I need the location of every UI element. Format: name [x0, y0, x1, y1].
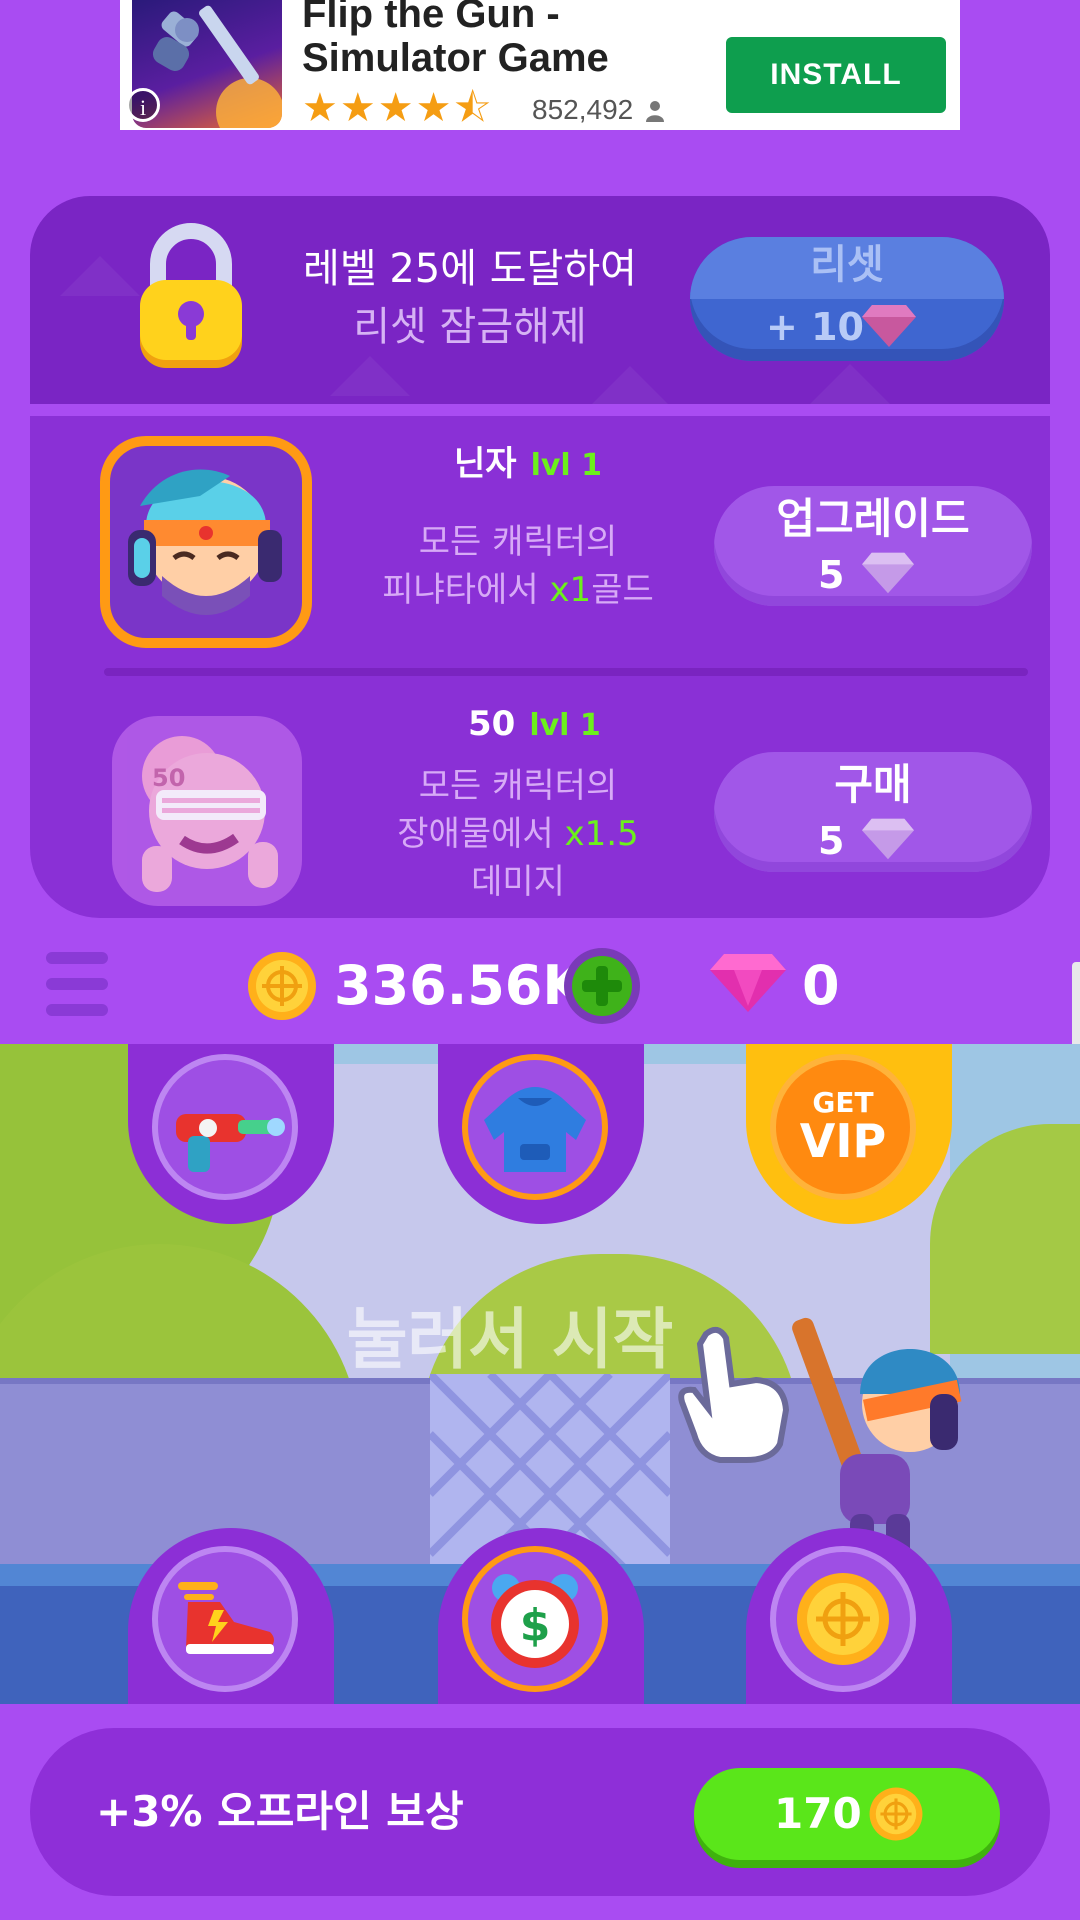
reset-button[interactable]: 리셋 + 10 — [690, 237, 1004, 361]
buy-button[interactable]: 구매 5 — [714, 752, 1032, 872]
ninja-desc-line-2: 피냐타에서 x1골드 — [348, 566, 688, 614]
unlock-line-1: 레벨 25에 도달하여 — [303, 246, 637, 292]
old-man-desc-line-2: 장애물에서 x1.5 — [348, 810, 688, 858]
coin-icon — [248, 952, 316, 1020]
old-man-level: lvl 1 — [529, 708, 601, 743]
gem-icon — [862, 305, 916, 347]
add-coins-button[interactable] — [562, 946, 642, 1026]
ad-info-icon[interactable]: i — [126, 88, 160, 122]
person-icon — [646, 101, 664, 122]
reset-button-label: 리셋 — [810, 242, 884, 288]
coin-icon — [869, 1787, 923, 1841]
upgrade-button-label: 업그레이드 — [776, 494, 970, 543]
ninja-desc-pre: 피냐타에서 — [382, 570, 550, 610]
offline-reward-amount: 170 — [774, 1789, 862, 1838]
old-man-description: 모든 캐릭터의 장애물에서 x1.5 데미지 — [348, 762, 688, 906]
row-divider — [104, 668, 1028, 676]
hoodie-icon — [484, 1087, 586, 1172]
unlock-message: 레벨 25에 도달하여 리셋 잠금해제 — [270, 240, 670, 356]
unlock-line-2: 리셋 잠금해제 — [353, 304, 587, 350]
ad-install-button[interactable]: INSTALL — [726, 37, 946, 113]
reset-reward-value: + 10 — [766, 305, 864, 349]
ninja-name-row: 닌자 lvl 1 — [454, 436, 602, 485]
gem-icon — [862, 818, 914, 860]
ad-banner[interactable]: i Flip the Gun - Simulator Game ★★★★⯪ 85… — [120, 0, 960, 130]
gem-balance: 0 — [802, 954, 840, 1017]
offline-reward-label: +3% 오프라인 보상 — [96, 1787, 464, 1836]
old-man-badge: 50 — [152, 764, 185, 792]
buy-cost: 5 — [818, 819, 845, 863]
old-man-desc-line-1: 모든 캐릭터의 — [418, 766, 618, 806]
ninja-portrait[interactable] — [100, 436, 312, 648]
old-man-desc-line-3: 데미지 — [471, 862, 565, 902]
alarm-clock-icon: $ — [491, 1574, 579, 1668]
sneaker-icon — [178, 1582, 274, 1654]
ninja-avatar-icon — [128, 469, 282, 615]
ninja-desc-line-1: 모든 캐릭터의 — [418, 522, 618, 562]
upgrade-cost: 5 — [818, 553, 845, 597]
buy-button-label: 구매 — [834, 760, 912, 809]
old-man-avatar-icon: 50 — [142, 736, 278, 892]
svg-text:$: $ — [520, 1600, 551, 1651]
coin-balance: 336.56K — [334, 954, 585, 1017]
ninja-level: lvl 1 — [530, 448, 603, 483]
old-man-name: 50 — [468, 704, 516, 744]
ninja-description: 모든 캐릭터의 피냐타에서 x1골드 — [348, 518, 688, 614]
tap-to-start-text: 눌러서 시작 — [346, 1301, 674, 1378]
upgrade-button[interactable]: 업그레이드 5 — [714, 486, 1032, 606]
ray-gun-icon — [176, 1114, 285, 1172]
old-man-desc-pre: 장애물에서 — [397, 814, 565, 854]
menu-icon[interactable] — [46, 952, 108, 1016]
ninja-name: 닌자 — [454, 444, 517, 484]
ninja-desc-multiplier: x1 — [549, 570, 592, 610]
ninja-desc-post: 골드 — [591, 570, 654, 610]
offline-reward-button[interactable]: 170 — [694, 1768, 1000, 1860]
gem-icon — [862, 552, 914, 594]
pointing-hand-icon — [678, 1326, 790, 1463]
old-man-desc-multiplier: x1.5 — [564, 814, 639, 854]
old-man-portrait[interactable]: 50 — [112, 716, 302, 906]
coin-icon — [797, 1573, 889, 1665]
vip-line-2: VIP — [799, 1114, 887, 1168]
old-man-name-row: 50 lvl 1 — [468, 704, 601, 744]
ad-rating-count: 852,492 — [532, 94, 634, 125]
lock-icon — [140, 223, 242, 368]
ad-rating-stars: ★★★★⯪ — [302, 85, 494, 131]
gem-icon — [710, 954, 786, 1012]
ad-title[interactable]: Flip the Gun - Simulator Game — [302, 0, 732, 80]
